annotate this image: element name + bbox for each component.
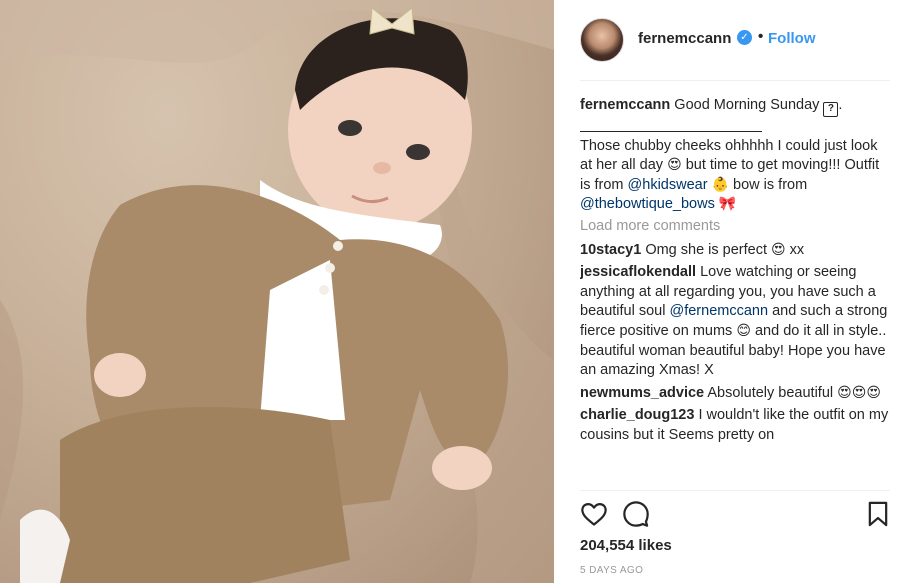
comment-icon[interactable] [622, 500, 650, 528]
comment-text-tail: xx [789, 241, 805, 258]
unknown-emoji-icon: ? [823, 102, 839, 117]
post-photo[interactable] [0, 0, 554, 583]
follow-button[interactable]: Follow [768, 30, 816, 47]
post-timestamp[interactable]: 5 DAYS AGO [580, 565, 643, 576]
caption-mention-hkidswear[interactable]: @hkidswear [628, 177, 708, 193]
smile-emoji-icon: 😊 [736, 322, 751, 339]
author-avatar[interactable] [580, 18, 624, 62]
caption-body-part3: bow is from [733, 176, 808, 193]
comment-item: charlie_doug123 I wouldn't like the outf… [580, 406, 892, 445]
bookmark-icon[interactable] [864, 500, 892, 528]
heart-icon[interactable] [580, 500, 608, 528]
comment-item: jessicaflokendall Love watching or seein… [580, 263, 892, 381]
caption-rule [580, 130, 762, 132]
comment-item: newmums_advice Absolutely beautiful 😍😍😍 [580, 384, 892, 404]
comment-username[interactable]: 10stacy1 [580, 242, 641, 258]
heart-eyes-emoji-icon: 😍 [667, 157, 682, 174]
actions-divider [580, 490, 890, 491]
baby-emoji-icon: 👶 [711, 176, 729, 193]
caption-mention-thebowtique[interactable]: @thebowtique_bows [580, 196, 715, 212]
likes-count[interactable]: 204,554 likes [580, 537, 672, 554]
ribbon-emoji-icon: 🎀 [718, 196, 737, 213]
comments-list[interactable]: fernemccann Good Morning Sunday ?. Those… [580, 96, 892, 490]
comment-username[interactable]: newmums_advice [580, 385, 704, 401]
comment-mention[interactable]: @fernemccann [669, 303, 768, 319]
verified-badge-icon: ✓ [737, 30, 752, 45]
header-divider [580, 80, 890, 81]
load-more-comments-button[interactable]: Load more comments [580, 217, 892, 237]
comment-item: 10stacy1 Omg she is perfect 😍 xx [580, 241, 892, 261]
comment-text: Omg she is perfect [645, 241, 767, 258]
heart-eyes-emoji-icon: 😍 [771, 241, 786, 258]
post-header: fernemccann ✓ • Follow [554, 0, 899, 80]
header-separator: • [758, 28, 764, 45]
caption-username[interactable]: fernemccann [580, 97, 670, 113]
caption-line1: Good Morning Sunday [674, 97, 820, 113]
caption: fernemccann Good Morning Sunday ?. Those… [580, 96, 892, 215]
caption-line1-end: . [838, 97, 843, 113]
baby-photo-illustration [0, 0, 554, 583]
author-username[interactable]: fernemccann [638, 30, 731, 47]
comment-username[interactable]: jessicaflokendall [580, 264, 696, 280]
comment-username[interactable]: charlie_doug123 [580, 407, 694, 423]
comment-text: Absolutely beautiful [707, 384, 834, 401]
heart-eyes-emoji-icon: 😍😍😍 [837, 384, 881, 401]
post-details-panel: fernemccann ✓ • Follow fernemccann Good … [554, 0, 899, 583]
